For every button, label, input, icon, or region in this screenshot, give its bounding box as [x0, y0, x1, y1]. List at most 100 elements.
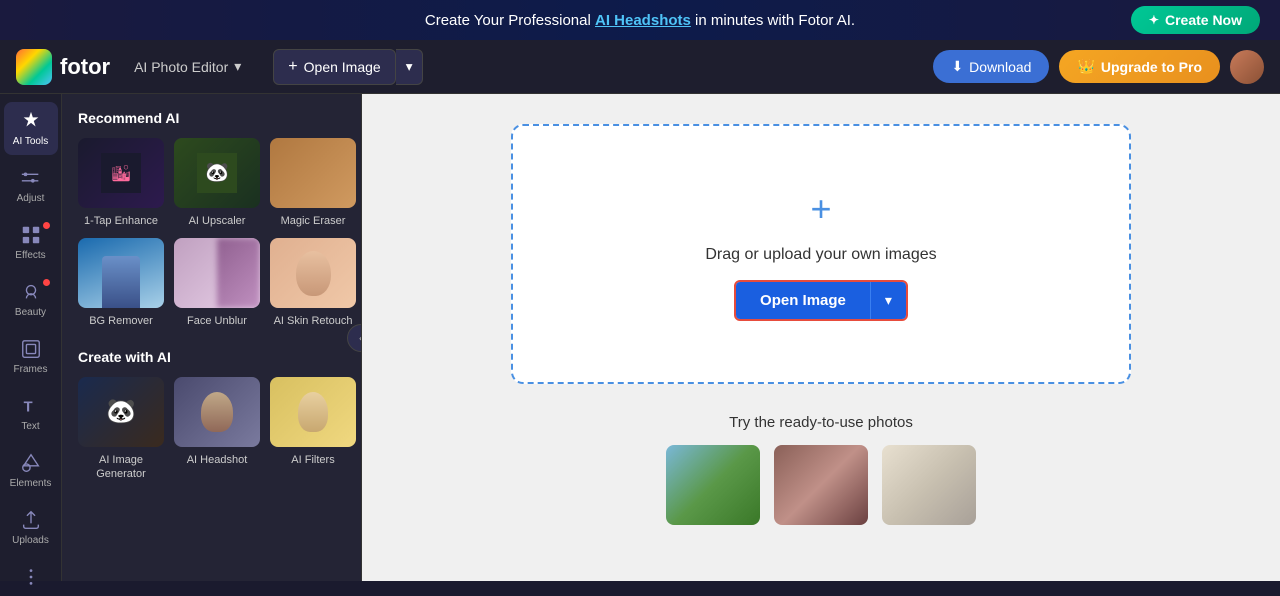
main-layout: AI Tools Adjust [0, 94, 1280, 581]
ready-photos-row [666, 445, 976, 525]
user-avatar[interactable] [1230, 50, 1264, 84]
upload-text: Drag or upload your own images [705, 246, 936, 264]
sidebar-item-more[interactable] [4, 558, 58, 596]
sidebar-item-elements[interactable]: Elements [4, 444, 58, 497]
skin-retouch-thumbnail [270, 238, 356, 308]
ai-card-img-generator[interactable]: 🐼 AI Image Generator [78, 377, 164, 482]
upload-plus-icon: + [810, 188, 831, 230]
header-right: ⬇ Download 👑 Upgrade to Pro [933, 50, 1264, 84]
bg-remover-label: BG Remover [89, 314, 153, 328]
upgrade-label: Upgrade to Pro [1101, 59, 1202, 75]
more-icon [20, 566, 42, 588]
ready-photos-title: Try the ready-to-use photos [729, 414, 913, 431]
bg-remover-thumbnail [78, 238, 164, 308]
upload-open-image-group: Open Image ▾ [734, 280, 908, 321]
banner-text: Create Your Professional AI Headshots in… [425, 12, 855, 29]
ai-card-headshot[interactable]: AI Headshot [174, 377, 260, 482]
open-image-label: Open Image [304, 59, 381, 75]
ai-card-1tap[interactable]: 🏙 1-Tap Enhance [78, 138, 164, 228]
sidebar-uploads-label: Uploads [12, 535, 49, 546]
img-generator-thumbnail: 🐼 [78, 377, 164, 447]
plus-icon: + [288, 58, 297, 76]
upscaler-thumbnail: 🐼 [174, 138, 260, 208]
sidebar-item-adjust[interactable]: Adjust [4, 159, 58, 212]
logo-text: fotor [60, 54, 110, 80]
sidebar-effects-label: Effects [15, 250, 45, 261]
sidebar-beauty-label: Beauty [15, 307, 46, 318]
panel-collapse-button[interactable]: ‹ [347, 324, 362, 352]
upload-open-image-dropdown[interactable]: ▾ [870, 282, 906, 319]
eraser-label: Magic Eraser [281, 214, 346, 228]
svg-text:🏙: 🏙 [111, 165, 131, 183]
upload-open-image-button[interactable]: Open Image [736, 282, 870, 319]
ai-editor-menu-button[interactable]: AI Photo Editor ▾ [134, 58, 241, 75]
ai-card-eraser[interactable]: Magic Eraser [270, 138, 356, 228]
headshot-label: AI Headshot [187, 453, 248, 467]
filters-label: AI Filters [291, 453, 334, 467]
1tap-thumbnail: 🏙 [78, 138, 164, 208]
face-unblur-label: Face Unblur [187, 314, 247, 328]
uploads-icon [20, 509, 42, 531]
open-image-group: + Open Image ▾ [273, 49, 423, 85]
1tap-label: 1-Tap Enhance [84, 214, 158, 228]
img-generator-label: AI Image Generator [78, 453, 164, 482]
beauty-icon [20, 281, 42, 303]
sidebar-item-uploads[interactable]: Uploads [4, 501, 58, 554]
logo: fotor [16, 49, 110, 85]
create-now-button[interactable]: Create Now [1131, 6, 1260, 34]
canvas-area: + Drag or upload your own images Open Im… [362, 94, 1280, 581]
ai-editor-label: AI Photo Editor [134, 59, 228, 75]
filters-thumbnail [270, 377, 356, 447]
effects-icon [20, 224, 42, 246]
ai-card-skin-retouch[interactable]: AI Skin Retouch [270, 238, 356, 328]
skin-retouch-label: AI Skin Retouch [274, 314, 353, 328]
svg-text:T: T [23, 400, 32, 416]
sidebar-ai-tools-label: AI Tools [13, 136, 48, 147]
top-banner: Create Your Professional AI Headshots in… [0, 0, 1280, 40]
sidebar-text-label: Text [21, 421, 39, 432]
recommend-ai-grid: 🏙 1-Tap Enhance 🐼 AI Upscaler [78, 138, 345, 329]
sidebar-item-ai-tools[interactable]: AI Tools [4, 102, 58, 155]
ready-photo-landscape[interactable] [666, 445, 760, 525]
ai-card-face-unblur[interactable]: Face Unblur [174, 238, 260, 328]
ai-card-bg-remover[interactable]: BG Remover [78, 238, 164, 328]
sidebar-elements-label: Elements [10, 478, 52, 489]
open-image-button[interactable]: + Open Image [273, 49, 395, 85]
crown-icon: 👑 [1077, 58, 1094, 75]
sidebar-item-beauty[interactable]: Beauty [4, 273, 58, 326]
upgrade-button[interactable]: 👑 Upgrade to Pro [1059, 50, 1220, 83]
effects-dot-badge [43, 222, 50, 229]
elements-icon [20, 452, 42, 474]
ai-card-upscaler[interactable]: 🐼 AI Upscaler [174, 138, 260, 228]
text-icon: T [20, 395, 42, 417]
eraser-thumbnail [270, 138, 356, 208]
header: fotor AI Photo Editor ▾ + Open Image ▾ ⬇… [0, 40, 1280, 94]
sidebar-item-frames[interactable]: Frames [4, 330, 58, 383]
open-image-dropdown-button[interactable]: ▾ [396, 49, 424, 85]
ready-photo-still[interactable] [882, 445, 976, 525]
ai-card-filters[interactable]: AI Filters [270, 377, 356, 482]
sidebar-icons: AI Tools Adjust [0, 94, 62, 581]
frames-icon [20, 338, 42, 360]
logo-icon [16, 49, 52, 85]
upscaler-label: AI Upscaler [189, 214, 246, 228]
banner-highlight: AI Headshots [595, 12, 691, 29]
chevron-down-icon: ▾ [234, 58, 241, 75]
sidebar-item-effects[interactable]: Effects [4, 216, 58, 269]
upload-zone[interactable]: + Drag or upload your own images Open Im… [511, 124, 1131, 384]
adjust-icon [20, 167, 42, 189]
svg-text:🐼: 🐼 [205, 161, 229, 184]
create-ai-grid: 🐼 AI Image Generator AI Headshot [78, 377, 345, 482]
download-button[interactable]: ⬇ Download [933, 50, 1049, 83]
create-ai-title: Create with AI [78, 349, 345, 365]
download-icon: ⬇ [951, 58, 963, 75]
beauty-dot-badge [43, 279, 50, 286]
ai-tools-icon [20, 110, 42, 132]
face-unblur-thumbnail [174, 238, 260, 308]
sidebar-item-text[interactable]: T Text [4, 387, 58, 440]
sidebar-frames-label: Frames [14, 364, 48, 375]
ready-photo-portrait[interactable] [774, 445, 868, 525]
headshot-thumbnail [174, 377, 260, 447]
sidebar-adjust-label: Adjust [17, 193, 45, 204]
ai-tools-panel: Recommend AI 🏙 1-Tap Enhance [62, 94, 362, 581]
